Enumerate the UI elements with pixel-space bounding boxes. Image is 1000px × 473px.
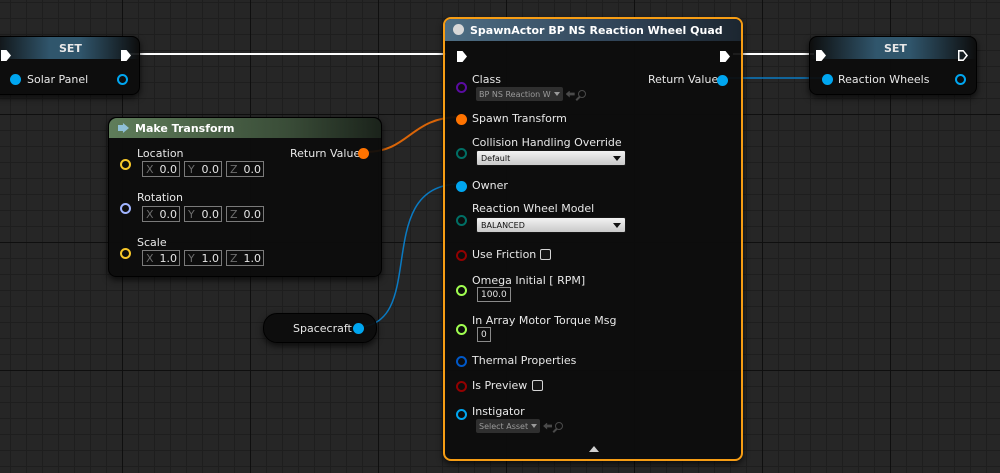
set-title: SET [884, 42, 907, 55]
return-value-out-pin[interactable] [717, 75, 728, 86]
scale-y-field[interactable]: Y 1.0 [184, 250, 222, 266]
exec-in-pin[interactable] [457, 51, 467, 62]
collapse-advanced-icon[interactable] [589, 446, 599, 452]
spawn-actor-node[interactable]: SpawnActor BP NS Reaction Wheel Quad Cla… [443, 17, 743, 461]
solar-panel-label: Solar Panel [27, 73, 89, 86]
chevron-down-icon [553, 92, 560, 96]
chevron-down-icon [613, 155, 621, 161]
use-friction-checkbox[interactable] [540, 249, 551, 260]
collision-label: Collision Handling Override [472, 136, 622, 149]
use-friction-pin[interactable] [456, 250, 467, 261]
motor-torque-field[interactable]: 0 [477, 327, 491, 342]
class-label: Class [472, 73, 501, 86]
reaction-wheel-model-pin[interactable] [456, 215, 467, 226]
return-value-label: Return Value [648, 73, 719, 86]
collision-dropdown[interactable]: Default [476, 150, 626, 166]
location-y-field[interactable]: Y 0.0 [184, 161, 222, 177]
scale-x-field[interactable]: X 1.0 [142, 250, 180, 266]
reaction-wheel-model-dropdown[interactable]: BALANCED [476, 217, 626, 233]
owner-label: Owner [472, 179, 508, 192]
instigator-picker[interactable]: Select Asset [476, 419, 564, 433]
return-value-label: Return Value [290, 147, 361, 160]
rotation-pin[interactable] [120, 203, 131, 214]
omega-initial-pin[interactable] [456, 285, 467, 296]
solar-panel-in-pin[interactable] [10, 74, 21, 85]
class-pin[interactable] [456, 82, 467, 93]
reaction-wheel-model-label: Reaction Wheel Model [472, 202, 595, 215]
browse-search-icon[interactable] [555, 422, 564, 430]
thermal-properties-label: Thermal Properties [472, 354, 577, 367]
class-picker[interactable]: BP NS Reaction W [476, 87, 586, 101]
is-preview-label: Is Preview [472, 379, 528, 392]
location-pin[interactable] [120, 159, 131, 170]
rotation-label: Rotation [137, 191, 184, 204]
chevron-down-icon [531, 424, 538, 428]
set-solar-panel-node[interactable]: SET Solar Panel [0, 36, 140, 95]
instigator-dropdown[interactable]: Select Asset [476, 419, 541, 433]
is-preview-checkbox[interactable] [532, 380, 543, 391]
omega-initial-label: Omega Initial [ RPM] [472, 274, 586, 287]
spawn-transform-label: Spawn Transform [472, 112, 567, 125]
motor-torque-label: In Array Motor Torque Msg [472, 314, 617, 327]
spacecraft-out-pin[interactable] [353, 323, 364, 334]
spacecraft-variable-node[interactable]: Spacecraft [263, 313, 377, 343]
location-label: Location [137, 147, 184, 160]
make-transform-title: Make Transform [135, 122, 235, 135]
collision-pin[interactable] [456, 148, 467, 159]
set-title: SET [59, 42, 82, 55]
use-selected-arrow-icon[interactable] [565, 90, 575, 98]
rotation-z-field[interactable]: Z 0.0 [226, 206, 264, 222]
thermal-properties-pin[interactable] [456, 356, 467, 367]
location-z-field[interactable]: Z 0.0 [226, 161, 264, 177]
rotation-x-field[interactable]: X 0.0 [142, 206, 180, 222]
spawn-actor-title: SpawnActor BP NS Reaction Wheel Quad [470, 24, 723, 37]
motor-torque-pin[interactable] [456, 324, 467, 335]
scale-vector: X 1.0 Y 1.0 Z 1.0 [142, 250, 264, 266]
use-friction-label: Use Friction [472, 248, 537, 261]
instigator-pin[interactable] [456, 409, 467, 420]
reaction-wheels-label: Reaction Wheels [838, 73, 930, 86]
return-value-out-pin[interactable] [358, 148, 369, 159]
reaction-wheels-in-pin[interactable] [822, 74, 833, 85]
spawn-transform-pin[interactable] [456, 114, 467, 125]
class-dropdown[interactable]: BP NS Reaction W [476, 87, 563, 101]
exec-out-pin[interactable] [720, 51, 730, 62]
scale-label: Scale [137, 236, 167, 249]
spacecraft-label: Spacecraft [293, 322, 352, 335]
rotation-vector: X 0.0 Y 0.0 Z 0.0 [142, 206, 264, 222]
instigator-label: Instigator [472, 405, 525, 418]
make-transform-node[interactable]: Make Transform Return Value Location X 0.… [108, 117, 382, 277]
scale-pin[interactable] [120, 248, 131, 259]
solar-panel-out-pin[interactable] [117, 74, 128, 85]
is-preview-pin[interactable] [456, 381, 467, 392]
browse-search-icon[interactable] [577, 90, 586, 98]
location-vector: X 0.0 Y 0.0 Z 0.0 [142, 161, 264, 177]
spawn-icon [453, 24, 464, 35]
location-x-field[interactable]: X 0.0 [142, 161, 180, 177]
reaction-wheels-out-pin[interactable] [955, 74, 966, 85]
use-selected-arrow-icon[interactable] [543, 422, 553, 430]
owner-pin[interactable] [456, 181, 467, 192]
omega-initial-field[interactable]: 100.0 [477, 287, 511, 302]
scale-z-field[interactable]: Z 1.0 [226, 250, 264, 266]
set-reaction-wheels-node[interactable]: SET Reaction Wheels [809, 36, 977, 95]
rotation-y-field[interactable]: Y 0.0 [184, 206, 222, 222]
chevron-down-icon [613, 222, 621, 228]
